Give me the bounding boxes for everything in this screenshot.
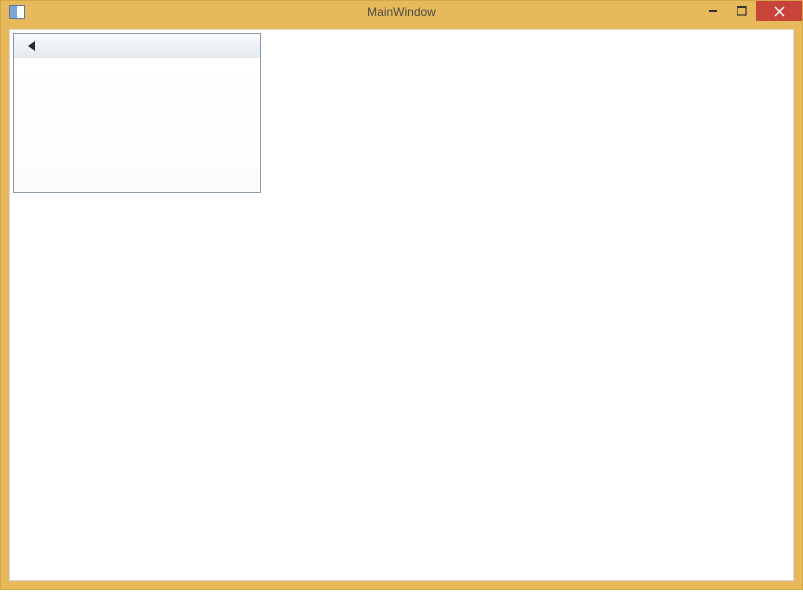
app-icon <box>9 5 25 19</box>
titlebar[interactable]: MainWindow <box>1 1 802 23</box>
navigation-panel <box>13 33 261 193</box>
maximize-button[interactable] <box>728 1 756 21</box>
main-window: MainWindow <box>0 0 803 590</box>
close-button[interactable] <box>756 1 802 21</box>
close-icon <box>774 6 785 17</box>
minimize-icon <box>709 6 719 16</box>
minimize-button[interactable] <box>700 1 728 21</box>
maximize-icon <box>737 6 747 16</box>
panel-body <box>14 58 260 192</box>
bottom-strip <box>0 590 803 600</box>
panel-header[interactable] <box>14 34 260 58</box>
window-controls <box>700 1 802 21</box>
window-title: MainWindow <box>367 5 436 19</box>
client-area <box>9 29 794 581</box>
back-arrow-icon[interactable] <box>28 41 35 51</box>
